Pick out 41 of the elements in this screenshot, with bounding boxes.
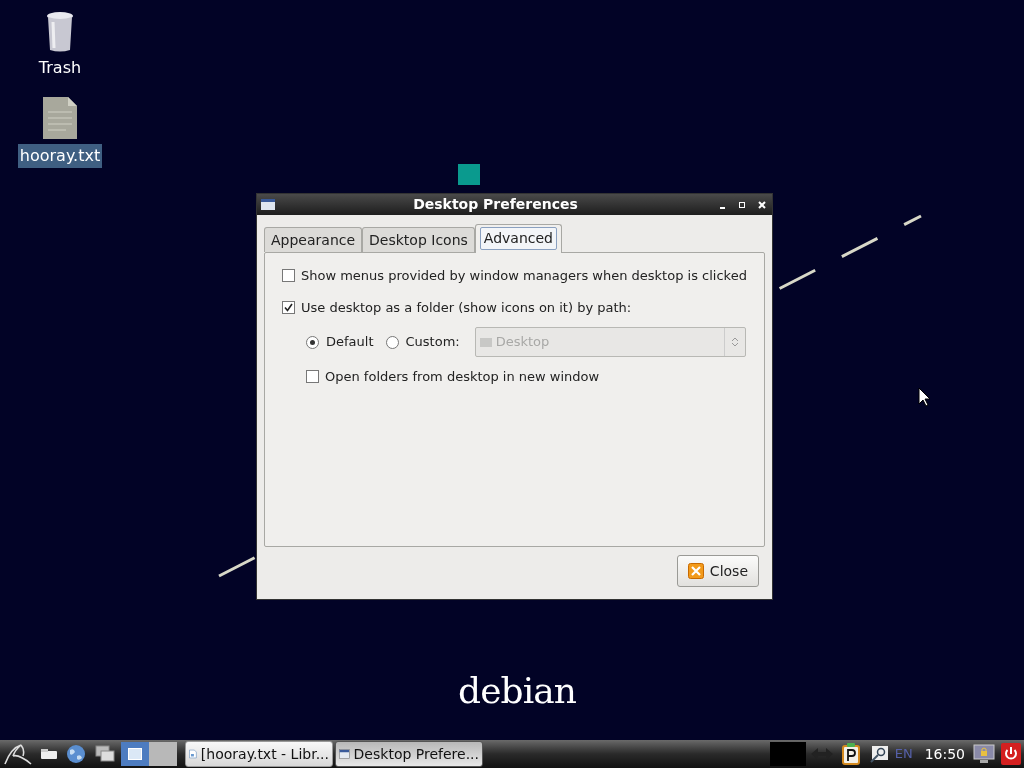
checkbox-label: Use desktop as a folder (show icons on it) by path: [301, 298, 632, 317]
start-menu-icon[interactable] [3, 742, 33, 766]
globe-icon[interactable] [66, 744, 86, 764]
desktop-icon-label[interactable]: Trash [36, 56, 84, 80]
window-title: Desktop Preferences [412, 195, 579, 214]
clock[interactable]: 16:50 [924, 743, 965, 765]
radio-button[interactable] [385, 335, 399, 349]
window-icon [339, 746, 350, 762]
tab[interactable]: Advanced [474, 224, 562, 253]
radio-label: Custom: [405, 333, 460, 352]
tab[interactable]: Desktop Icons [362, 227, 475, 252]
checkbox-label: Open folders from desktop in new window [325, 368, 600, 386]
close-button[interactable]: Close [676, 555, 759, 587]
trash-can-icon[interactable] [45, 10, 75, 52]
window-icon [261, 199, 275, 210]
checkbox[interactable] [306, 370, 319, 384]
desktop-icon-label[interactable]: hooray.txt [17, 144, 103, 168]
clipboard-icon[interactable] [840, 743, 861, 765]
radio-button[interactable] [306, 335, 319, 349]
power-icon[interactable] [1001, 743, 1021, 765]
file-manager-icon[interactable] [40, 748, 58, 760]
checkbox[interactable] [282, 269, 295, 283]
folder-icon [479, 337, 492, 347]
checkbox-label: Show menus provided by window managers when desktop is clicked [301, 267, 747, 285]
windows-icon[interactable] [95, 745, 115, 763]
debian-logo: debian [458, 669, 577, 713]
checkbox[interactable] [282, 300, 295, 314]
taskbar-button[interactable]: [hooray.txt - Libr... [185, 741, 333, 767]
close-window-button[interactable] [756, 198, 768, 211]
dropdown-value: Desktop [495, 333, 551, 352]
tray-area [769, 742, 806, 766]
close-icon [687, 563, 704, 579]
monitor-lock-icon[interactable] [973, 744, 995, 764]
radio-label: Default [326, 333, 374, 352]
spinner-arrows-icon [730, 336, 739, 348]
workspace-button[interactable] [121, 742, 149, 766]
tab[interactable]: Appearance [264, 227, 363, 252]
taskbar-button[interactable]: Desktop Prefere... [335, 741, 483, 767]
mouse-cursor-icon [918, 387, 931, 407]
magnifier-icon[interactable] [868, 745, 889, 763]
text-file-icon[interactable] [42, 96, 78, 140]
